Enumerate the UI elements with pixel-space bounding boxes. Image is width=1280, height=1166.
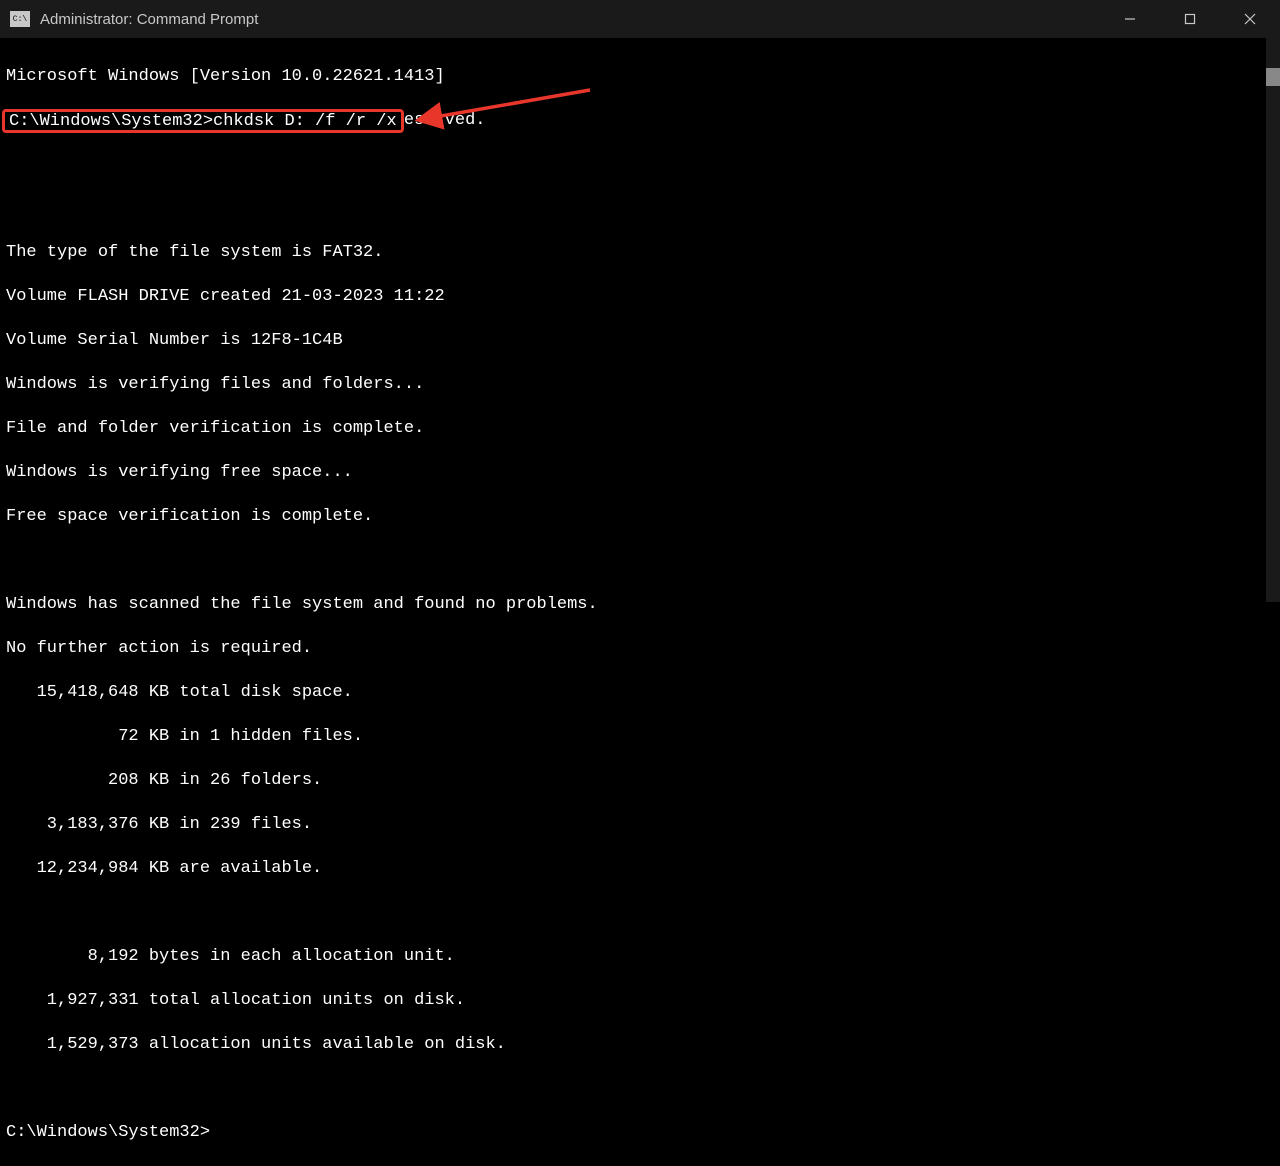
output-line: Free space verification is complete. (6, 506, 1280, 528)
window-title: Administrator: Command Prompt (40, 11, 258, 28)
output-line: 1,927,331 total allocation units on disk… (6, 990, 1280, 1012)
output-line: Microsoft Windows [Version 10.0.22621.14… (6, 66, 1280, 88)
output-line: 72 KB in 1 hidden files. (6, 726, 1280, 748)
close-button[interactable] (1220, 0, 1280, 38)
command-highlight: C:\Windows\System32>chkdsk D: /f /r /x (2, 109, 404, 133)
prompt-line: C:\Windows\System32> (6, 1122, 1280, 1144)
output-line: 12,234,984 KB are available. (6, 858, 1280, 880)
output-line: No further action is required. (6, 638, 1280, 660)
output-line: Windows has scanned the file system and … (6, 594, 1280, 616)
output-line: 3,183,376 KB in 239 files. (6, 814, 1280, 836)
scrollbar-track[interactable] (1266, 38, 1280, 602)
minimize-button[interactable] (1100, 0, 1160, 38)
output-line (6, 550, 1280, 572)
output-line (6, 198, 1280, 220)
maximize-button[interactable] (1160, 0, 1220, 38)
output-line: Volume FLASH DRIVE created 21-03-2023 11… (6, 286, 1280, 308)
titlebar[interactable]: C:\ Administrator: Command Prompt (0, 0, 1280, 38)
output-line: Volume Serial Number is 12F8-1C4B (6, 330, 1280, 352)
cmd-icon: C:\ (10, 11, 30, 27)
output-line: 15,418,648 KB total disk space. (6, 682, 1280, 704)
output-line: Windows is verifying files and folders..… (6, 374, 1280, 396)
highlighted-command: C:\Windows\System32>chkdsk D: /f /r /x (9, 112, 397, 131)
output-line: 8,192 bytes in each allocation unit. (6, 946, 1280, 968)
output-line: File and folder verification is complete… (6, 418, 1280, 440)
output-line: 1,529,373 allocation units available on … (6, 1034, 1280, 1056)
output-line (6, 154, 1280, 176)
output-line: Windows is verifying free space... (6, 462, 1280, 484)
output-line (6, 1078, 1280, 1100)
output-line: 208 KB in 26 folders. (6, 770, 1280, 792)
terminal-area[interactable]: Microsoft Windows [Version 10.0.22621.14… (0, 38, 1280, 1166)
output-line: The type of the file system is FAT32. (6, 242, 1280, 264)
scrollbar-thumb[interactable] (1266, 68, 1280, 86)
window-controls (1100, 0, 1280, 38)
output-line (6, 902, 1280, 924)
